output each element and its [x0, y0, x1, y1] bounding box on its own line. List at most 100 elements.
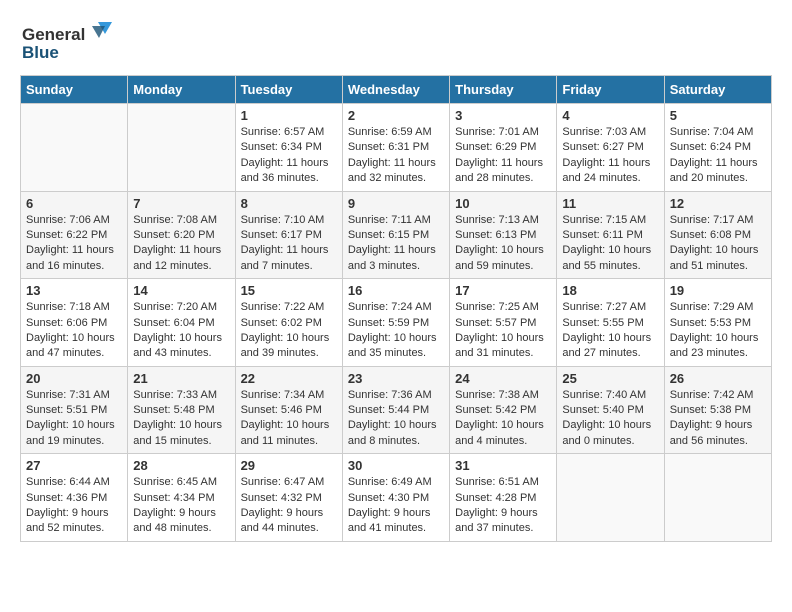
daylight: Daylight: 10 hours and 4 minutes.: [455, 419, 544, 446]
sunrise: Sunrise: 7:18 AM: [26, 301, 110, 313]
sunset: Sunset: 4:36 PM: [26, 492, 107, 504]
day-number: 26: [670, 371, 766, 386]
sunset: Sunset: 6:02 PM: [241, 317, 322, 329]
daylight: Daylight: 10 hours and 31 minutes.: [455, 332, 544, 359]
calendar-week-2: 6Sunrise: 7:06 AMSunset: 6:22 PMDaylight…: [21, 191, 772, 279]
calendar-cell: 7Sunrise: 7:08 AMSunset: 6:20 PMDaylight…: [128, 191, 235, 279]
day-info: Sunrise: 7:29 AMSunset: 5:53 PMDaylight:…: [670, 300, 766, 362]
day-info: Sunrise: 7:18 AMSunset: 6:06 PMDaylight:…: [26, 300, 122, 362]
sunset: Sunset: 6:27 PM: [562, 141, 643, 153]
day-info: Sunrise: 7:17 AMSunset: 6:08 PMDaylight:…: [670, 213, 766, 275]
daylight: Daylight: 10 hours and 19 minutes.: [26, 419, 115, 446]
day-info: Sunrise: 7:01 AMSunset: 6:29 PMDaylight:…: [455, 125, 551, 187]
calendar-cell: [557, 454, 664, 542]
sunrise: Sunrise: 7:17 AM: [670, 214, 754, 226]
sunrise: Sunrise: 6:47 AM: [241, 476, 325, 488]
calendar-cell: 20Sunrise: 7:31 AMSunset: 5:51 PMDayligh…: [21, 366, 128, 454]
daylight: Daylight: 11 hours and 20 minutes.: [670, 157, 758, 184]
calendar-cell: 26Sunrise: 7:42 AMSunset: 5:38 PMDayligh…: [664, 366, 771, 454]
day-info: Sunrise: 7:03 AMSunset: 6:27 PMDaylight:…: [562, 125, 658, 187]
day-number: 14: [133, 283, 229, 298]
day-info: Sunrise: 6:57 AM Sunset: 6:34 PM Daylight:…: [241, 125, 337, 187]
calendar-cell: 11Sunrise: 7:15 AMSunset: 6:11 PMDayligh…: [557, 191, 664, 279]
calendar-cell: 15Sunrise: 7:22 AMSunset: 6:02 PMDayligh…: [235, 279, 342, 367]
day-number: 2: [348, 108, 444, 123]
sunrise: Sunrise: 7:10 AM: [241, 214, 325, 226]
calendar-cell: 28Sunrise: 6:45 AMSunset: 4:34 PMDayligh…: [128, 454, 235, 542]
page-header: General Blue: [20, 20, 772, 65]
day-number: 27: [26, 458, 122, 473]
day-number: 10: [455, 196, 551, 211]
calendar-cell: 1Sunrise: 6:57 AMSunset: 6:34 PMDaylight…: [235, 104, 342, 192]
daylight: Daylight: 10 hours and 43 minutes.: [133, 332, 222, 359]
daylight: Daylight: 10 hours and 47 minutes.: [26, 332, 115, 359]
sunset: Sunset: 6:13 PM: [455, 229, 536, 241]
sunset: Sunset: 5:40 PM: [562, 404, 643, 416]
sunset: Sunset: 5:48 PM: [133, 404, 214, 416]
sunrise: Sunrise: 7:04 AM: [670, 126, 754, 138]
day-header-thursday: Thursday: [450, 76, 557, 104]
sunset: Sunset: 5:46 PM: [241, 404, 322, 416]
daylight: Daylight: 10 hours and 39 minutes.: [241, 332, 330, 359]
day-number: 9: [348, 196, 444, 211]
sunrise: Sunrise: 7:42 AM: [670, 389, 754, 401]
sunset: Sunset: 5:59 PM: [348, 317, 429, 329]
daylight: Daylight: 11 hours and 32 minutes.: [348, 157, 436, 184]
day-number: 7: [133, 196, 229, 211]
sunset: Sunset: 5:57 PM: [455, 317, 536, 329]
sunset: Sunset: 6:22 PM: [26, 229, 107, 241]
day-number: 19: [670, 283, 766, 298]
calendar-cell: 10Sunrise: 7:13 AMSunset: 6:13 PMDayligh…: [450, 191, 557, 279]
daylight: Daylight: 10 hours and 23 minutes.: [670, 332, 759, 359]
day-number: 17: [455, 283, 551, 298]
sunrise: Sunrise: 7:40 AM: [562, 389, 646, 401]
day-number: 31: [455, 458, 551, 473]
sunset: Sunset: 5:38 PM: [670, 404, 751, 416]
sunset: Sunset: 5:42 PM: [455, 404, 536, 416]
sunrise: Sunrise: 7:25 AM: [455, 301, 539, 313]
sunrise: Sunrise: 6:57 AM: [241, 126, 325, 138]
sunrise: Sunrise: 6:51 AM: [455, 476, 539, 488]
sunrise: Sunrise: 7:03 AM: [562, 126, 646, 138]
day-number: 18: [562, 283, 658, 298]
sunset: Sunset: 6:11 PM: [562, 229, 643, 241]
sunrise: Sunrise: 7:27 AM: [562, 301, 646, 313]
day-info: Sunrise: 7:31 AMSunset: 5:51 PMDaylight:…: [26, 388, 122, 450]
sunset: Sunset: 6:34 PM: [241, 141, 322, 153]
daylight: Daylight: 10 hours and 15 minutes.: [133, 419, 222, 446]
header-row: SundayMondayTuesdayWednesdayThursdayFrid…: [21, 76, 772, 104]
sunrise: Sunrise: 7:22 AM: [241, 301, 325, 313]
calendar-cell: 19 Sunrise: 7:29 AMSunset: 5:53 PMDayligh…: [664, 279, 771, 367]
day-number: 30: [348, 458, 444, 473]
day-info: Sunrise: 6:44 AMSunset: 4:36 PMDaylight:…: [26, 475, 122, 537]
calendar-cell: 3Sunrise: 7:01 AMSunset: 6:29 PMDaylight…: [450, 104, 557, 192]
day-header-wednesday: Wednesday: [342, 76, 449, 104]
day-info: Sunrise: 7:34 AMSunset: 5:46 PMDaylight:…: [241, 388, 337, 450]
day-info: Sunrise: 7:36 AMSunset: 5:44 PMDaylight:…: [348, 388, 444, 450]
logo: General Blue: [20, 20, 120, 65]
daylight: Daylight: 10 hours and 27 minutes.: [562, 332, 651, 359]
sunset: Sunset: 6:20 PM: [133, 229, 214, 241]
sunset: Sunset: 6:15 PM: [348, 229, 429, 241]
daylight: Daylight: 11 hours and 7 minutes.: [241, 244, 329, 271]
day-number: 8: [241, 196, 337, 211]
sunset: Sunset: 5:55 PM: [562, 317, 643, 329]
day-number: 25: [562, 371, 658, 386]
sunrise: Sunrise: 7:24 AM: [348, 301, 432, 313]
logo-svg: General Blue: [20, 20, 120, 65]
daylight: Daylight: 11 hours and 36 minutes.: [241, 157, 329, 184]
sunrise: Sunrise: 7:20 AM: [133, 301, 217, 313]
calendar-cell: 27 Sunrise: 6:44 AMSunset: 4:36 PMDayligh…: [21, 454, 128, 542]
sunset: Sunset: 6:17 PM: [241, 229, 322, 241]
daylight: Daylight: 9 hours and 52 minutes.: [26, 507, 109, 534]
calendar-cell: 25Sunrise: 7:40 AMSunset: 5:40 PMDayligh…: [557, 366, 664, 454]
day-info: Sunrise: 7:33 AMSunset: 5:48 PMDaylight:…: [133, 388, 229, 450]
sunrise: Sunrise: 6:59 AM: [348, 126, 432, 138]
calendar-cell: 17 Sunrise: 7:25 AM Sunset: 5:57 PM Dayligh…: [450, 279, 557, 367]
day-info: Sunrise: 7:42 AMSunset: 5:38 PMDaylight:…: [670, 388, 766, 450]
calendar-cell: 8 Sunrise: 7:10 AM Sunset: 6:17 PM Daylight…: [235, 191, 342, 279]
daylight: Daylight: 10 hours and 55 minutes.: [562, 244, 651, 271]
calendar-cell: 2Sunrise: 6:59 AMSunset: 6:31 PMDaylight…: [342, 104, 449, 192]
calendar-header: SundayMondayTuesdayWednesdayThursdayFrid…: [21, 76, 772, 104]
sunrise: Sunrise: 7:31 AM: [26, 389, 110, 401]
